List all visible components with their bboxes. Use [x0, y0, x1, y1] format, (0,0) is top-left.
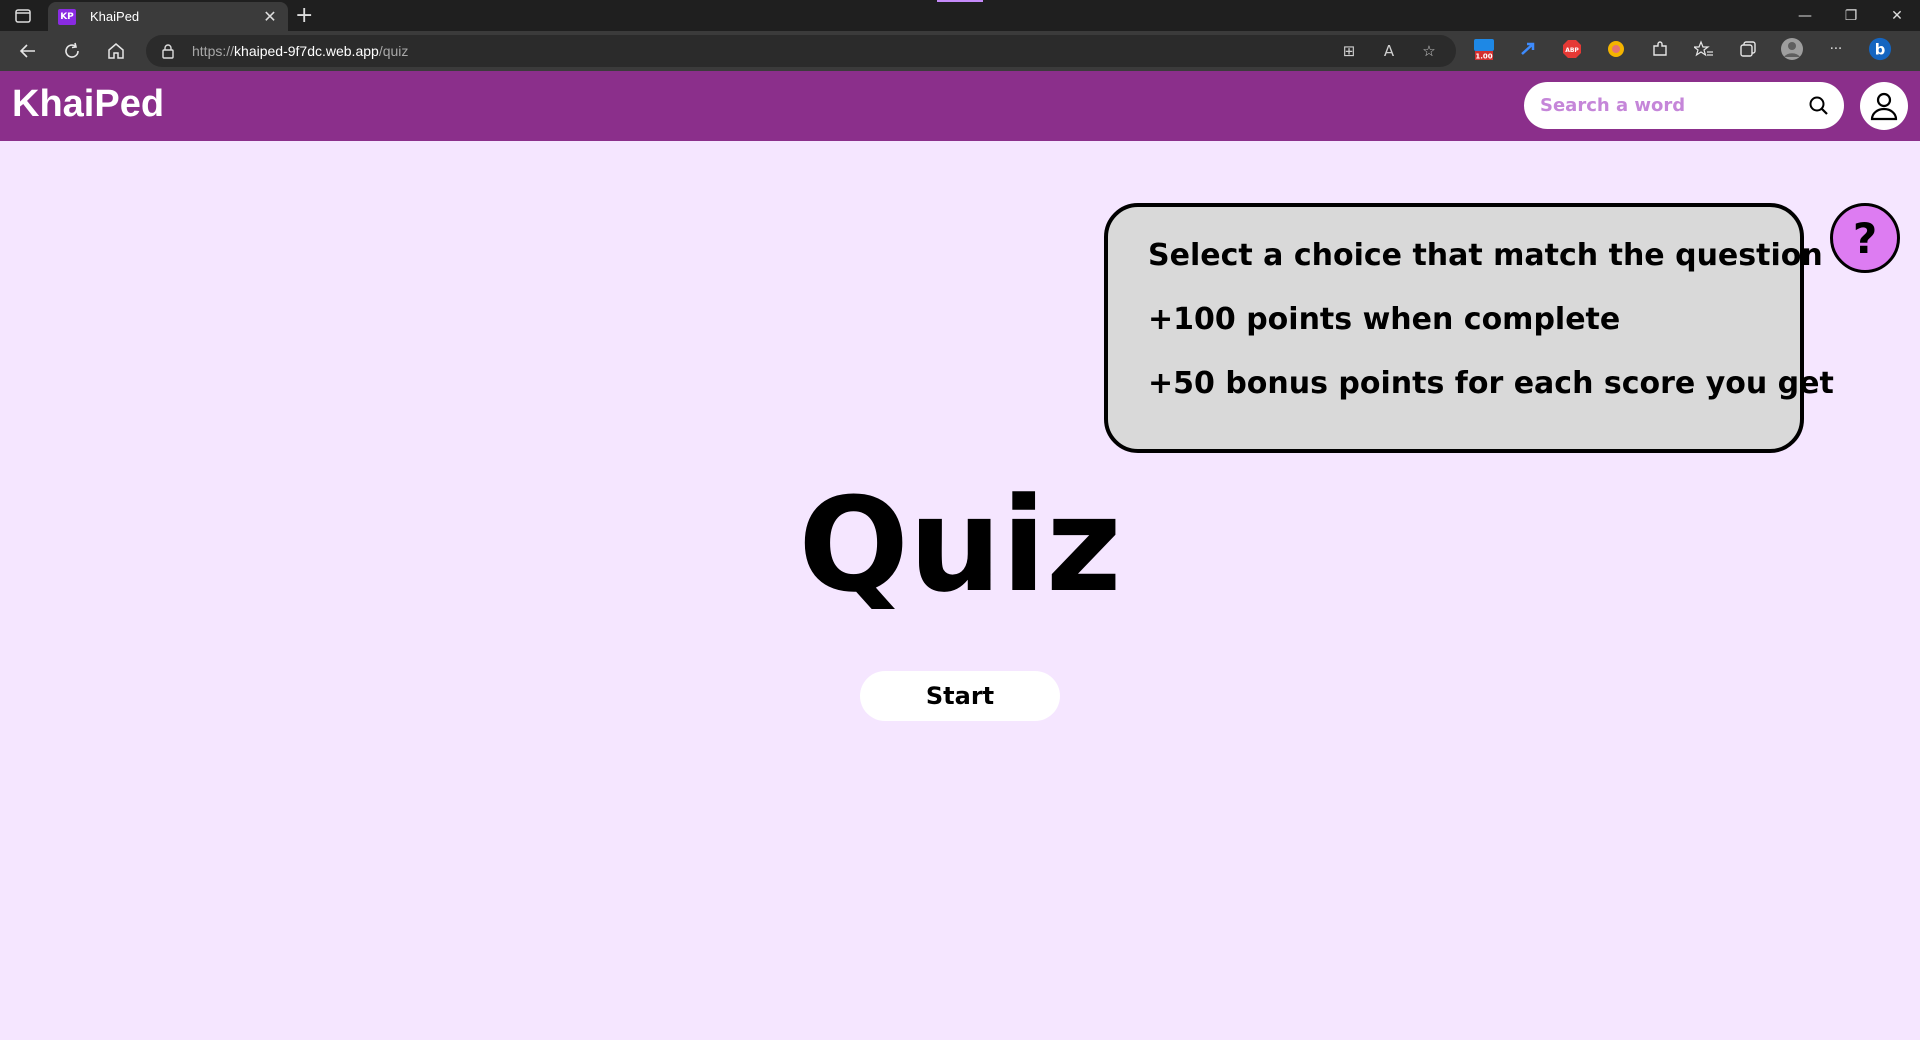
restore-icon[interactable]: ❐: [1828, 0, 1874, 31]
app-available-icon[interactable]: ⊞: [1338, 41, 1360, 61]
search-input[interactable]: [1538, 94, 1808, 117]
tab-close-icon[interactable]: ✕: [262, 7, 278, 26]
svg-text:b: b: [1875, 42, 1886, 59]
read-aloud-icon[interactable]: A: [1378, 41, 1400, 61]
search-icon[interactable]: [1808, 95, 1830, 117]
logo[interactable]: KhaiPed: [12, 83, 164, 126]
collections-icon[interactable]: [1736, 37, 1760, 61]
profile-icon[interactable]: [1780, 37, 1804, 61]
search-box: [1524, 82, 1844, 129]
back-icon[interactable]: [14, 39, 42, 63]
tab-favicon-icon: KP: [58, 8, 76, 25]
lock-icon[interactable]: [160, 43, 176, 59]
favorites-icon[interactable]: [1692, 37, 1716, 61]
app-header: KhaiPed: [0, 71, 1920, 141]
minimize-icon[interactable]: —: [1782, 0, 1828, 31]
new-tab-icon[interactable]: +: [295, 4, 313, 28]
address-bar[interactable]: https://khaiped-9f7dc.web.app/quiz ⊞ A ☆: [146, 35, 1456, 67]
start-button[interactable]: Start: [860, 671, 1060, 721]
copilot-icon[interactable]: b: [1868, 37, 1892, 61]
svg-text:ABP: ABP: [1565, 47, 1579, 54]
user-account-icon[interactable]: [1860, 82, 1908, 130]
tab-indicator: [937, 0, 983, 2]
extension-icons: 1.00 ABP ··· b: [1472, 37, 1892, 61]
extension-badge: 1.00: [1475, 53, 1492, 61]
favorite-star-icon[interactable]: ☆: [1418, 41, 1440, 61]
window-controls: — ❐ ✕: [1782, 0, 1920, 31]
extension-circle-icon[interactable]: [1604, 37, 1628, 61]
browser-tab[interactable]: KP KhaiPed ✕: [48, 2, 288, 31]
instruction-line: +50 bonus points for each score you get: [1148, 366, 1834, 401]
address-bar-icons: ⊞ A ☆: [1338, 41, 1440, 61]
extensions-puzzle-icon[interactable]: [1648, 37, 1672, 61]
page-title: Quiz: [798, 469, 1122, 621]
instructions-box: Select a choice that match the question …: [1104, 203, 1834, 453]
browser-toolbar: https://khaiped-9f7dc.web.app/quiz ⊞ A ☆…: [0, 31, 1920, 71]
tab-actions-icon[interactable]: [12, 6, 34, 26]
home-icon[interactable]: [102, 39, 130, 63]
extension-arrow-icon[interactable]: [1516, 37, 1540, 61]
instruction-line: +100 points when complete: [1148, 302, 1621, 337]
browser-tabbar: KP KhaiPed ✕ + — ❐ ✕: [0, 0, 1920, 31]
adblock-icon[interactable]: ABP: [1560, 37, 1584, 61]
close-window-icon[interactable]: ✕: [1874, 0, 1920, 31]
tab-title: KhaiPed: [90, 9, 140, 24]
help-button[interactable]: ?: [1830, 203, 1900, 273]
more-options-icon[interactable]: ···: [1824, 37, 1848, 61]
refresh-icon[interactable]: [58, 39, 86, 63]
extension-speed-icon[interactable]: 1.00: [1472, 37, 1496, 61]
url-text: https://khaiped-9f7dc.web.app/quiz: [192, 43, 409, 59]
instruction-line: Select a choice that match the question: [1148, 238, 1823, 273]
